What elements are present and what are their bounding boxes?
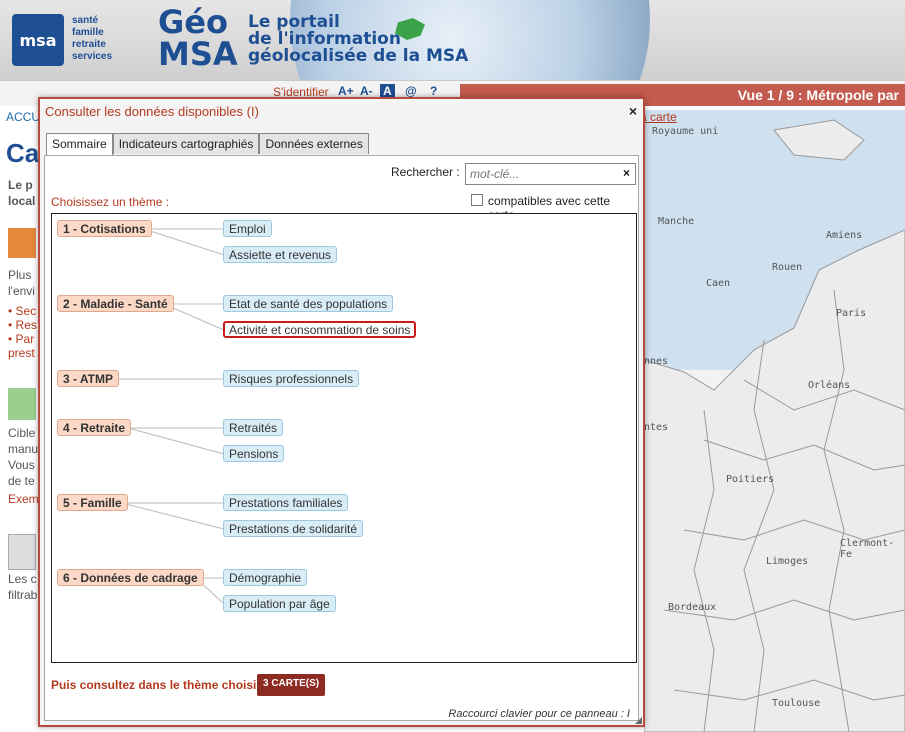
search-label: Rechercher :: [391, 165, 460, 179]
paragraph-text: filtrab: [8, 588, 38, 602]
paragraph-text: l'envi: [8, 284, 35, 298]
keyboard-shortcut-hint: Raccourci clavier pour ce panneau : I: [448, 708, 630, 720]
theme-atmp[interactable]: 3 - ATMP: [57, 370, 119, 387]
map-label: Rouen: [772, 262, 803, 273]
clear-search-icon[interactable]: ×: [623, 166, 630, 180]
intro-text: Le p: [8, 178, 33, 192]
subtheme-pensions[interactable]: Pensions: [223, 445, 285, 462]
tab-bar: Sommaire Indicateurs cartographiés Donné…: [46, 133, 369, 155]
site-title-line: Géo: [158, 3, 228, 41]
intro-text: local: [8, 194, 36, 208]
map-thumbnail-icon: [8, 228, 36, 258]
table-thumbnail-icon: [8, 534, 36, 570]
logo-word: famille: [72, 27, 104, 38]
chart-thumbnail-icon: [8, 388, 36, 420]
paragraph-text: Plus: [8, 268, 32, 282]
logo-word: santé: [72, 15, 99, 26]
data-dialog: Consulter les données disponibles (I) × …: [38, 97, 645, 727]
site-tagline: Le portail de l'information géolocalisée…: [248, 14, 468, 65]
map-label: Toulouse: [772, 698, 821, 709]
subtheme-prestations-solidarite[interactable]: Prestations de solidarité: [223, 520, 364, 537]
map-label: Bordeaux: [668, 602, 717, 613]
paragraph-link[interactable]: Exem: [8, 492, 39, 506]
subtheme-population-age[interactable]: Population par âge: [223, 595, 336, 612]
resize-handle-icon[interactable]: [635, 717, 642, 724]
paragraph-link[interactable]: • Sec: [8, 304, 36, 318]
paragraph-link[interactable]: • Par: [8, 332, 34, 346]
map-label: ntes: [644, 422, 669, 433]
tab-indicateurs[interactable]: Indicateurs cartographiés: [112, 133, 260, 154]
map-label: Clermont-Fe: [840, 538, 895, 560]
tab-donnees-externes[interactable]: Données externes: [259, 133, 369, 154]
theme-famille[interactable]: 5 - Famille: [57, 494, 128, 511]
subtheme-assiette-revenus[interactable]: Assiette et revenus: [223, 246, 338, 263]
subtheme-retraites[interactable]: Retraités: [223, 419, 284, 436]
maps-count-button[interactable]: 3 CARTE(S): [257, 674, 326, 696]
compatible-checkbox[interactable]: [471, 194, 483, 206]
subtheme-demographie[interactable]: Démographie: [223, 569, 308, 586]
map-label: Manche: [658, 216, 695, 227]
theme-cotisations[interactable]: 1 - Cotisations: [57, 220, 152, 237]
tab-sommaire[interactable]: Sommaire: [46, 133, 113, 155]
map-label: Caen: [706, 278, 731, 289]
search-input[interactable]: [470, 166, 610, 182]
theme-donnees-cadrage[interactable]: 6 - Données de cadrage: [57, 569, 204, 586]
tagline-line: géolocalisée de la MSA: [248, 46, 469, 66]
paragraph-link[interactable]: prest: [8, 346, 35, 360]
close-icon[interactable]: ×: [629, 103, 637, 119]
map-label: Orléans: [808, 380, 851, 391]
logo-words: santé famille retraite services: [72, 15, 112, 63]
subtheme-emploi[interactable]: Emploi: [223, 220, 272, 237]
page-title: Ca: [6, 138, 40, 168]
paragraph-text: Les c: [8, 572, 37, 586]
logo-word: services: [72, 51, 113, 62]
msa-logo[interactable]: msa: [12, 14, 64, 66]
map-link[interactable]: a carte: [640, 110, 677, 124]
map-land: [644, 119, 905, 732]
site-title-line: MSA: [158, 35, 238, 73]
map-label: nnes: [644, 356, 669, 367]
subtheme-prestations-familiales[interactable]: Prestations familiales: [223, 494, 349, 511]
paragraph-text: Vous: [8, 458, 35, 472]
map-label: Royaume uni: [652, 126, 719, 137]
breadcrumb-home[interactable]: ACCU: [6, 110, 40, 124]
search-box: ×: [465, 163, 636, 185]
subtheme-risques-professionnels[interactable]: Risques professionnels: [223, 370, 360, 387]
theme-retraite[interactable]: 4 - Retraite: [57, 419, 132, 436]
map-label: Poitiers: [726, 474, 775, 485]
subtheme-activite-consommation-soins[interactable]: Activité et consommation de soins: [223, 321, 417, 338]
theme-maladie-sante[interactable]: 2 - Maladie - Santé: [57, 295, 174, 312]
then-consult-label: Puis consultez dans le thème choisi :: [51, 678, 264, 692]
dialog-title: Consulter les données disponibles (I): [45, 104, 259, 119]
paragraph-text: manu: [8, 442, 39, 456]
map-view[interactable]: Royaume uni Manche Amiens Rouen Caen Par…: [644, 110, 905, 732]
theme-tree: 1 - Cotisations Emploi Assiette et reven…: [51, 213, 637, 663]
tree-connectors: [114, 228, 225, 605]
paragraph-link[interactable]: • Res: [8, 318, 37, 332]
tab-panel: Rechercher : × Choisissez un thème : com…: [44, 155, 639, 721]
logo-word: retraite: [72, 39, 106, 50]
choose-theme-label: Choisissez un thème :: [51, 195, 170, 209]
map-label: Paris: [836, 308, 867, 319]
map-label: Limoges: [766, 556, 809, 567]
site-title: Géo MSA: [158, 6, 238, 70]
paragraph-text: Cible: [8, 426, 36, 440]
site-header: msa santé famille retraite services Géo …: [0, 0, 905, 80]
subtheme-etat-sante[interactable]: Etat de santé des populations: [223, 295, 394, 312]
map-label: Amiens: [826, 230, 863, 241]
paragraph-text: de te: [8, 474, 35, 488]
